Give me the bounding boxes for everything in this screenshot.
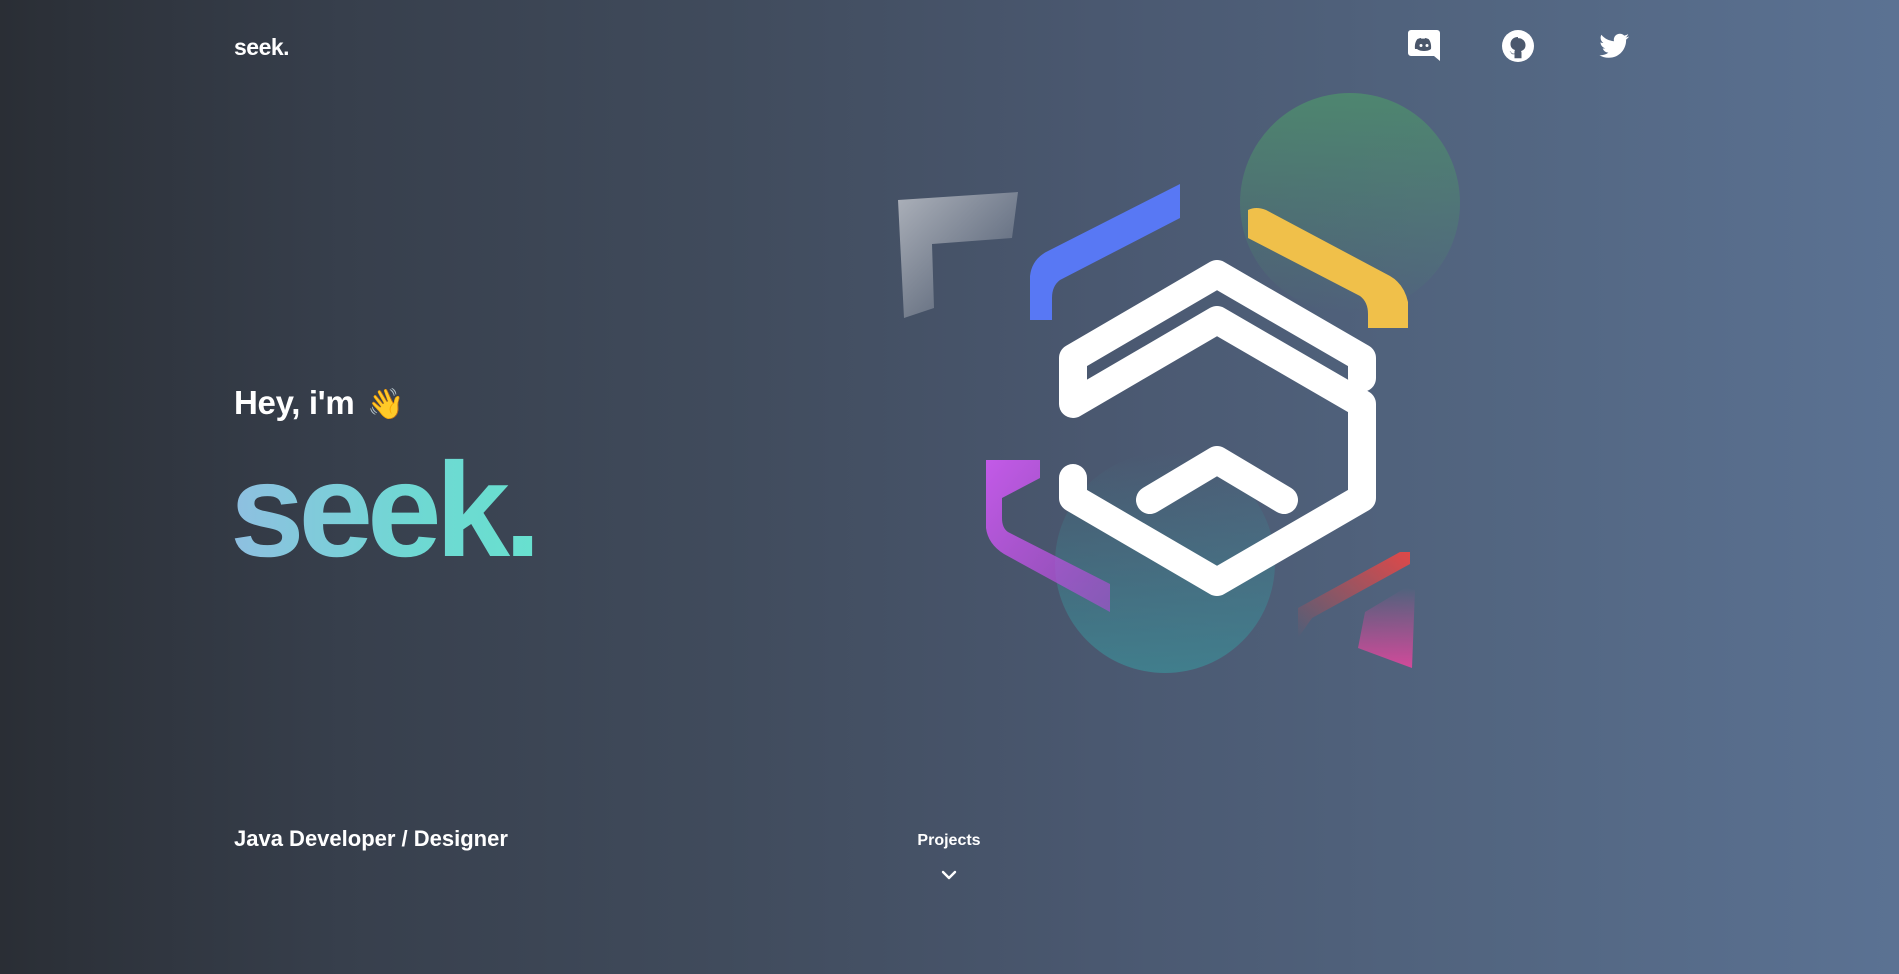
- seek-logo-illustration: [898, 93, 1460, 673]
- chevron-down-icon[interactable]: [940, 868, 958, 882]
- github-icon: [1502, 30, 1534, 62]
- twitter-icon: [1599, 33, 1630, 58]
- brand-logo-text[interactable]: seek.: [234, 34, 290, 61]
- discord-icon: [1408, 30, 1440, 61]
- tagline: Java Developer / Designer: [234, 826, 508, 851]
- hero-name: seek.: [230, 436, 541, 585]
- discord-link[interactable]: [1406, 28, 1442, 64]
- waving-hand-icon: 👋: [367, 388, 405, 421]
- greeting-text: Hey, i'm: [234, 384, 355, 421]
- greeting-heading: Hey, i'm 👋: [234, 384, 405, 422]
- projects-link[interactable]: Projects: [917, 832, 981, 850]
- twitter-link[interactable]: [1596, 28, 1632, 64]
- github-link[interactable]: [1500, 28, 1536, 64]
